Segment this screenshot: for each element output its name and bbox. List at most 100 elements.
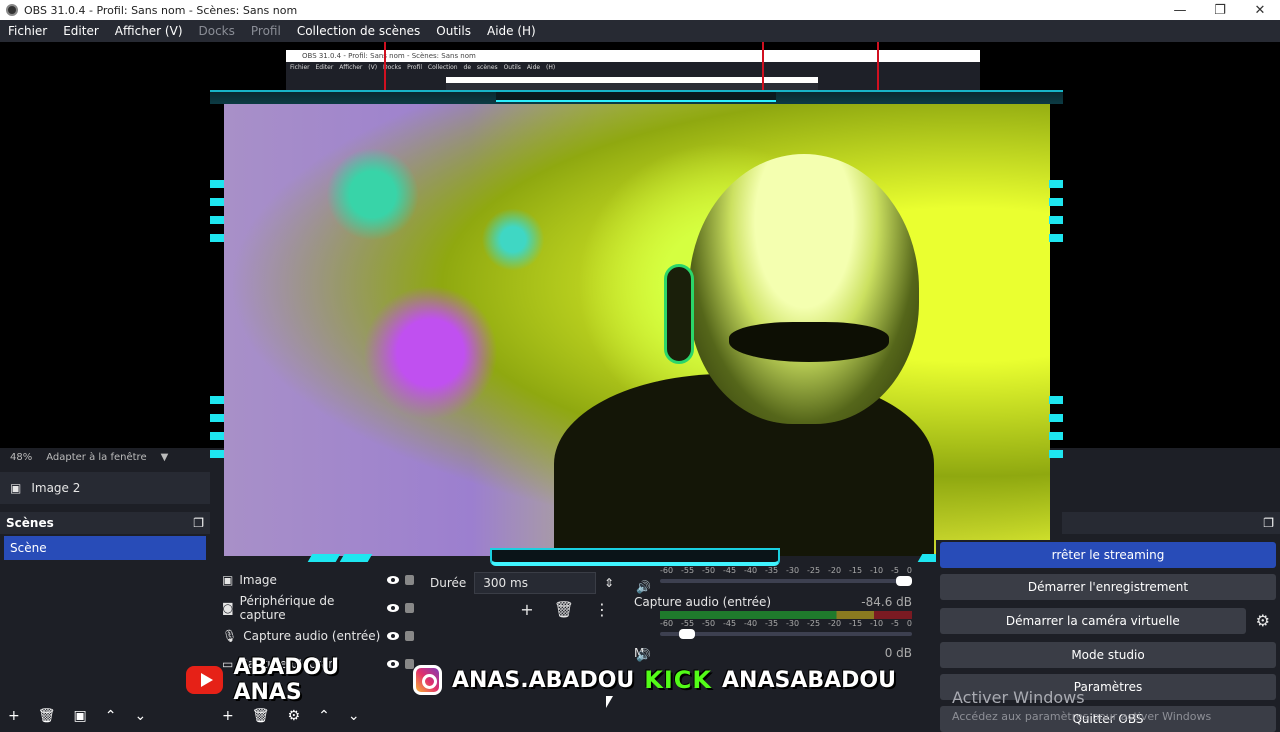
- frame-chevron-left: [210, 180, 224, 250]
- eye-icon[interactable]: [387, 604, 399, 612]
- source-row-image[interactable]: ▣ Image: [214, 566, 420, 594]
- youtube-icon: [186, 666, 224, 694]
- zoom-level: 48%: [10, 451, 33, 463]
- window-title: OBS 31.0.4 - Profil: Sans nom - Scènes: …: [24, 3, 298, 17]
- stop-streaming-button[interactable]: rrêter le streaming: [940, 542, 1276, 568]
- eye-icon[interactable]: [387, 632, 399, 640]
- more-options-icon[interactable]: ⋮: [594, 600, 610, 619]
- scenes-header: Scènes ❐: [0, 512, 210, 534]
- scene-item[interactable]: Scène: [4, 536, 206, 560]
- duration-label: Durée: [430, 576, 467, 590]
- move-up-icon[interactable]: ⌃: [318, 708, 330, 724]
- volume-slider[interactable]: [660, 576, 912, 586]
- selected-source-name: Image 2: [31, 481, 81, 495]
- overlay-frame-top: [210, 90, 1063, 104]
- microphone-icon: 🎙: [222, 629, 238, 643]
- frame-chevron-right: [1049, 180, 1063, 250]
- gear-icon[interactable]: ⚙: [1256, 611, 1270, 630]
- volume-knob[interactable]: [896, 576, 912, 586]
- source-row-capture-device[interactable]: ◙ Périphérique de capture: [214, 594, 420, 622]
- kick-logo: KICK: [644, 666, 713, 694]
- instagram-handle: ANAS.ABADOU: [451, 667, 635, 693]
- instagram-icon: [413, 665, 442, 695]
- webcam-feed: [224, 104, 1050, 556]
- undock-icon[interactable]: ❐: [193, 516, 204, 530]
- minimize-icon[interactable]: —: [1160, 3, 1200, 18]
- studio-mode-button[interactable]: Mode studio: [940, 642, 1276, 668]
- menu-docks[interactable]: Docks: [191, 24, 243, 38]
- frame-chevron-left: [210, 396, 224, 466]
- lock-icon[interactable]: [405, 603, 414, 613]
- menu-collection-scenes[interactable]: Collection de scènes: [289, 24, 428, 38]
- audio-channel-db: -84.6 dB: [861, 595, 912, 609]
- nested-window-title: OBS 31.0.4 - Profil: Sans nom - Scènes: …: [286, 50, 980, 62]
- undock-icon[interactable]: ❐: [1263, 516, 1274, 530]
- move-down-icon[interactable]: ⌄: [348, 708, 360, 724]
- red-guide-line: [877, 42, 879, 94]
- windows-activation-title: Activer Windows: [952, 688, 1085, 707]
- menu-aide[interactable]: Aide (H): [479, 24, 544, 38]
- menu-bar: Fichier Editer Afficher (V) Docks Profil…: [0, 20, 1280, 42]
- source-label: Périphérique de capture: [239, 594, 335, 622]
- lock-icon[interactable]: [405, 631, 414, 641]
- camera-icon: ◙: [222, 601, 234, 615]
- spinner-icon[interactable]: ⇕: [604, 576, 614, 590]
- preview-zoom-bar: 48% Adapter à la fenêtre ▼: [0, 448, 210, 466]
- window-titlebar: OBS 31.0.4 - Profil: Sans nom - Scènes: …: [0, 0, 1280, 20]
- speaker-icon[interactable]: 🔊: [636, 648, 651, 662]
- trash-icon[interactable]: 🗑: [38, 708, 56, 724]
- nested-obs-window: OBS 31.0.4 - Profil: Sans nom - Scènes: …: [286, 50, 980, 92]
- scenes-title: Scènes: [6, 516, 54, 530]
- audio-channel-db: 0 dB: [884, 646, 912, 660]
- menu-afficher[interactable]: Afficher (V): [107, 24, 191, 38]
- speaker-icon[interactable]: 🔊: [636, 580, 651, 594]
- meter-ticks: -60 -55 -50 -45 -40 -35 -30 -25 -20 -15 -10 -5 0: [660, 566, 912, 575]
- filter-icon[interactable]: ▣: [74, 708, 87, 724]
- move-up-icon[interactable]: ⌃: [105, 708, 117, 724]
- mouse-cursor-icon: [606, 696, 613, 708]
- person-head: [689, 154, 919, 424]
- audio-channel-name: Capture audio (entrée): [634, 595, 772, 609]
- obs-logo-icon: [6, 4, 18, 16]
- add-transition-icon[interactable]: +: [520, 600, 533, 619]
- chevron-down-icon[interactable]: ▼: [161, 452, 169, 463]
- gear-icon[interactable]: ⚙: [288, 708, 301, 724]
- menu-profil[interactable]: Profil: [243, 24, 289, 38]
- youtube-handle: ABADOU ANAS: [233, 655, 340, 705]
- menu-fichier[interactable]: Fichier: [0, 24, 55, 38]
- image-icon: ▣: [222, 573, 234, 587]
- zoom-fit-select[interactable]: Adapter à la fenêtre: [46, 452, 146, 463]
- sources-toolbar: + 🗑 ⚙ ⌃ ⌄: [222, 708, 360, 724]
- trash-icon[interactable]: 🗑: [252, 708, 270, 724]
- windows-activation-subtitle: Accédez aux paramètres pour activer Wind…: [952, 710, 1212, 723]
- menu-editer[interactable]: Editer: [55, 24, 107, 38]
- move-down-icon[interactable]: ⌄: [134, 708, 146, 724]
- red-guide-line: [762, 42, 764, 94]
- person-glasses: [729, 322, 889, 362]
- nested-window-menu: Fichier Editer Afficher (V) Docks Profil…: [290, 64, 556, 71]
- kick-handle: ANASABADOU: [722, 667, 896, 693]
- start-recording-button[interactable]: Démarrer l'enregistrement: [940, 574, 1276, 600]
- image-icon: ▣: [10, 481, 22, 495]
- trash-icon[interactable]: 🗑: [554, 600, 574, 619]
- source-row-audio-capture[interactable]: 🎙 Capture audio (entrée): [214, 622, 420, 650]
- restore-icon[interactable]: ❐: [1200, 3, 1240, 18]
- eye-icon[interactable]: [387, 576, 399, 584]
- controls-header: ❐: [1062, 512, 1280, 534]
- scenes-toolbar: + 🗑 ▣ ⌃ ⌄: [8, 708, 146, 724]
- add-icon[interactable]: +: [222, 708, 234, 724]
- duration-input[interactable]: 300 ms: [474, 572, 596, 594]
- menu-outils[interactable]: Outils: [428, 24, 479, 38]
- meter-ticks: -60 -55 -50 -45 -40 -35 -30 -25 -20 -15 -10 -5 0: [660, 619, 912, 628]
- lock-icon[interactable]: [405, 575, 414, 585]
- start-virtual-camera-button[interactable]: Démarrer la caméra virtuelle: [940, 608, 1246, 634]
- volume-slider[interactable]: [660, 629, 912, 639]
- add-icon[interactable]: +: [8, 708, 20, 724]
- source-label: Image: [239, 573, 277, 587]
- audio-meter: [660, 611, 912, 619]
- close-icon[interactable]: ✕: [1240, 3, 1280, 18]
- volume-knob[interactable]: [678, 629, 695, 639]
- selected-source-bar: ▣ Image 2: [0, 472, 210, 504]
- headset: [664, 264, 694, 364]
- frame-chevron-right: [1049, 396, 1063, 466]
